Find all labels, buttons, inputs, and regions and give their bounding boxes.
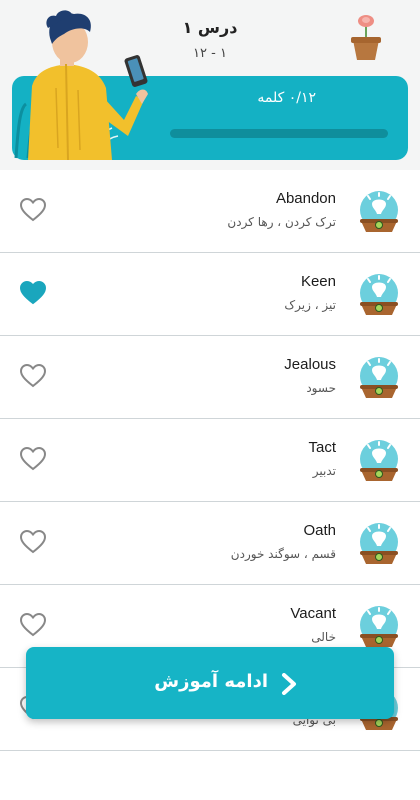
word-text: Tact xyxy=(308,439,336,456)
heart-icon[interactable] xyxy=(20,447,46,471)
light-bulb-icon xyxy=(360,440,398,481)
chevron-right-icon xyxy=(282,673,296,695)
plant-pot-icon[interactable] xyxy=(346,10,386,62)
heart-icon[interactable] xyxy=(20,364,46,388)
light-bulb-icon xyxy=(360,357,398,398)
word-text: Keen xyxy=(300,273,336,290)
word-count: ۰/۱۲ کلمه xyxy=(257,90,316,106)
word-text: Abandon xyxy=(275,190,336,207)
heart-icon[interactable] xyxy=(20,613,46,637)
word-row[interactable]: Jealous حسود xyxy=(0,336,420,419)
heart-icon[interactable] xyxy=(20,198,46,222)
word-meaning: ترک کردن ، رها کردن xyxy=(227,215,336,229)
word-meaning: حسود xyxy=(306,381,336,395)
light-bulb-icon xyxy=(360,523,398,564)
person-with-phone-illustration xyxy=(14,10,148,160)
word-row[interactable]: Oath قسم ، سوگند خوردن xyxy=(0,502,420,585)
continue-button-label: ادامه آموزش xyxy=(154,671,268,692)
light-bulb-icon xyxy=(360,191,398,232)
heart-icon[interactable] xyxy=(20,530,46,554)
word-meaning: قسم ، سوگند خوردن xyxy=(230,547,336,561)
word-text: Jealous xyxy=(284,356,336,373)
word-row[interactable]: Keen تیز ، زیرک xyxy=(0,253,420,336)
light-bulb-icon xyxy=(360,606,398,647)
continue-learning-button[interactable]: ادامه آموزش xyxy=(26,647,394,719)
word-text: Vacant xyxy=(290,605,336,622)
progress-bar xyxy=(170,129,388,138)
word-meaning: تیز ، زیرک xyxy=(284,298,336,312)
word-meaning: خالی xyxy=(311,630,336,644)
heart-icon[interactable] xyxy=(20,281,46,305)
word-row[interactable]: Abandon ترک کردن ، رها کردن xyxy=(0,170,420,253)
word-text: Oath xyxy=(303,522,336,539)
word-row[interactable]: Tact تدبیر xyxy=(0,419,420,502)
word-meaning: تدبیر xyxy=(312,464,336,478)
light-bulb-icon xyxy=(360,274,398,315)
lesson-header: درس ۱ ۱۲ - ۱ ۰/۱۲ کلمه xyxy=(0,0,420,170)
